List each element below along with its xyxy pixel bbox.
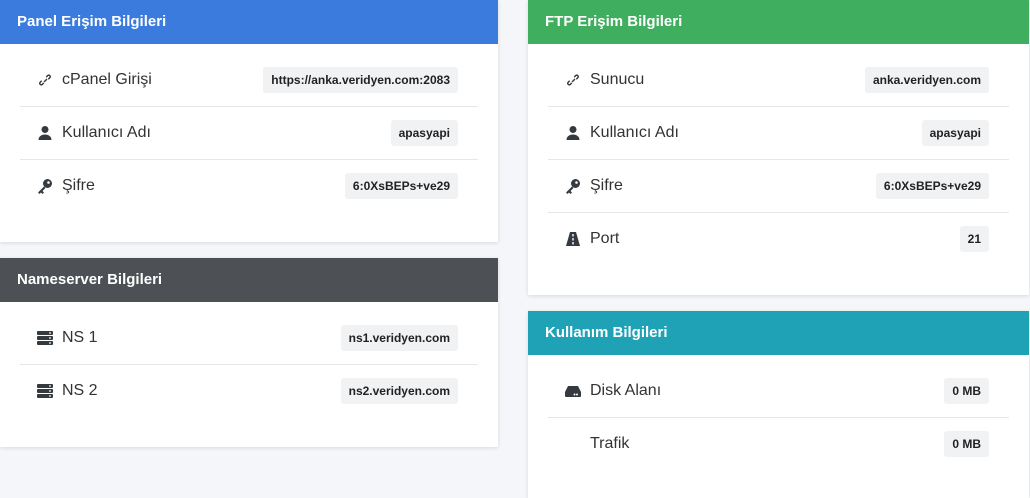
- ns2-badge: ns2.veridyen.com: [340, 378, 458, 404]
- cpanel-url-badge[interactable]: https://anka.veridyen.com:2083: [263, 67, 458, 93]
- nameserver-row-ns2: NS 2 ns2.veridyen.com: [20, 365, 478, 417]
- ftp-row-password: Şifre 6:0XsBEPs+ve29: [548, 160, 1009, 213]
- disk-usage-badge: 0 MB: [944, 378, 989, 404]
- nameserver-row-label: NS 1: [62, 329, 98, 346]
- usage-row-label: Trafik: [590, 435, 630, 452]
- link-icon: [564, 71, 582, 89]
- panel-password-badge: 6:0XsBEPs+ve29: [344, 173, 458, 199]
- ns1-badge: ns1.veridyen.com: [340, 325, 458, 351]
- ftp-row-server: Sunucu anka.veridyen.com: [548, 54, 1009, 107]
- nameserver-row-label: NS 2: [62, 382, 98, 399]
- user-icon: [36, 124, 54, 142]
- nameserver-row-ns1: NS 1 ns1.veridyen.com: [20, 312, 478, 365]
- ftp-port-badge: 21: [959, 226, 989, 252]
- panel-username-badge: apasyapi: [390, 120, 458, 146]
- usage-card: Kullanım Bilgileri Disk Alanı 0 MB Trafi…: [528, 311, 1029, 498]
- nameserver-card: Nameserver Bilgileri NS 1 ns1.veridyen.c…: [0, 258, 498, 447]
- ftp-username-badge: apasyapi: [921, 120, 989, 146]
- usage-row-disk: Disk Alanı 0 MB: [548, 365, 1009, 418]
- ftp-row-username: Kullanıcı Adı apasyapi: [548, 107, 1009, 160]
- panel-access-header: Panel Erişim Bilgileri: [0, 0, 498, 44]
- link-icon: [36, 71, 54, 89]
- ftp-password-badge: 6:0XsBEPs+ve29: [875, 173, 989, 199]
- panel-row-label: Şifre: [62, 177, 95, 194]
- usage-header: Kullanım Bilgileri: [528, 311, 1029, 355]
- nameserver-header: Nameserver Bilgileri: [0, 258, 498, 302]
- ftp-access-card: FTP Erişim Bilgileri Sunucu anka.veridye…: [528, 0, 1029, 295]
- traffic-icon: [564, 435, 582, 453]
- ftp-row-label: Kullanıcı Adı: [590, 124, 679, 141]
- ftp-row-label: Port: [590, 230, 620, 247]
- panel-row-username: Kullanıcı Adı apasyapi: [20, 107, 478, 160]
- user-icon: [564, 124, 582, 142]
- ftp-row-label: Şifre: [590, 177, 623, 194]
- server-icon: [36, 329, 54, 347]
- usage-row-label: Disk Alanı: [590, 382, 662, 399]
- panel-row-label: cPanel Girişi: [62, 71, 152, 88]
- traffic-usage-badge: 0 MB: [944, 431, 989, 457]
- panel-row-label: Kullanıcı Adı: [62, 124, 151, 141]
- panel-row-cpanel: cPanel Girişi https://anka.veridyen.com:…: [20, 54, 478, 107]
- panel-row-password: Şifre 6:0XsBEPs+ve29: [20, 160, 478, 212]
- ftp-server-badge: anka.veridyen.com: [864, 67, 989, 93]
- ftp-row-label: Sunucu: [590, 71, 645, 88]
- ftp-access-header: FTP Erişim Bilgileri: [528, 0, 1029, 44]
- road-icon: [564, 230, 582, 248]
- ftp-row-port: Port 21: [548, 213, 1009, 265]
- hdd-icon: [564, 382, 582, 400]
- key-icon: [564, 177, 582, 195]
- panel-access-card: Panel Erişim Bilgileri cPanel Girişi htt…: [0, 0, 498, 242]
- server-icon: [36, 382, 54, 400]
- key-icon: [36, 177, 54, 195]
- usage-row-traffic: Trafik 0 MB: [548, 418, 1009, 470]
